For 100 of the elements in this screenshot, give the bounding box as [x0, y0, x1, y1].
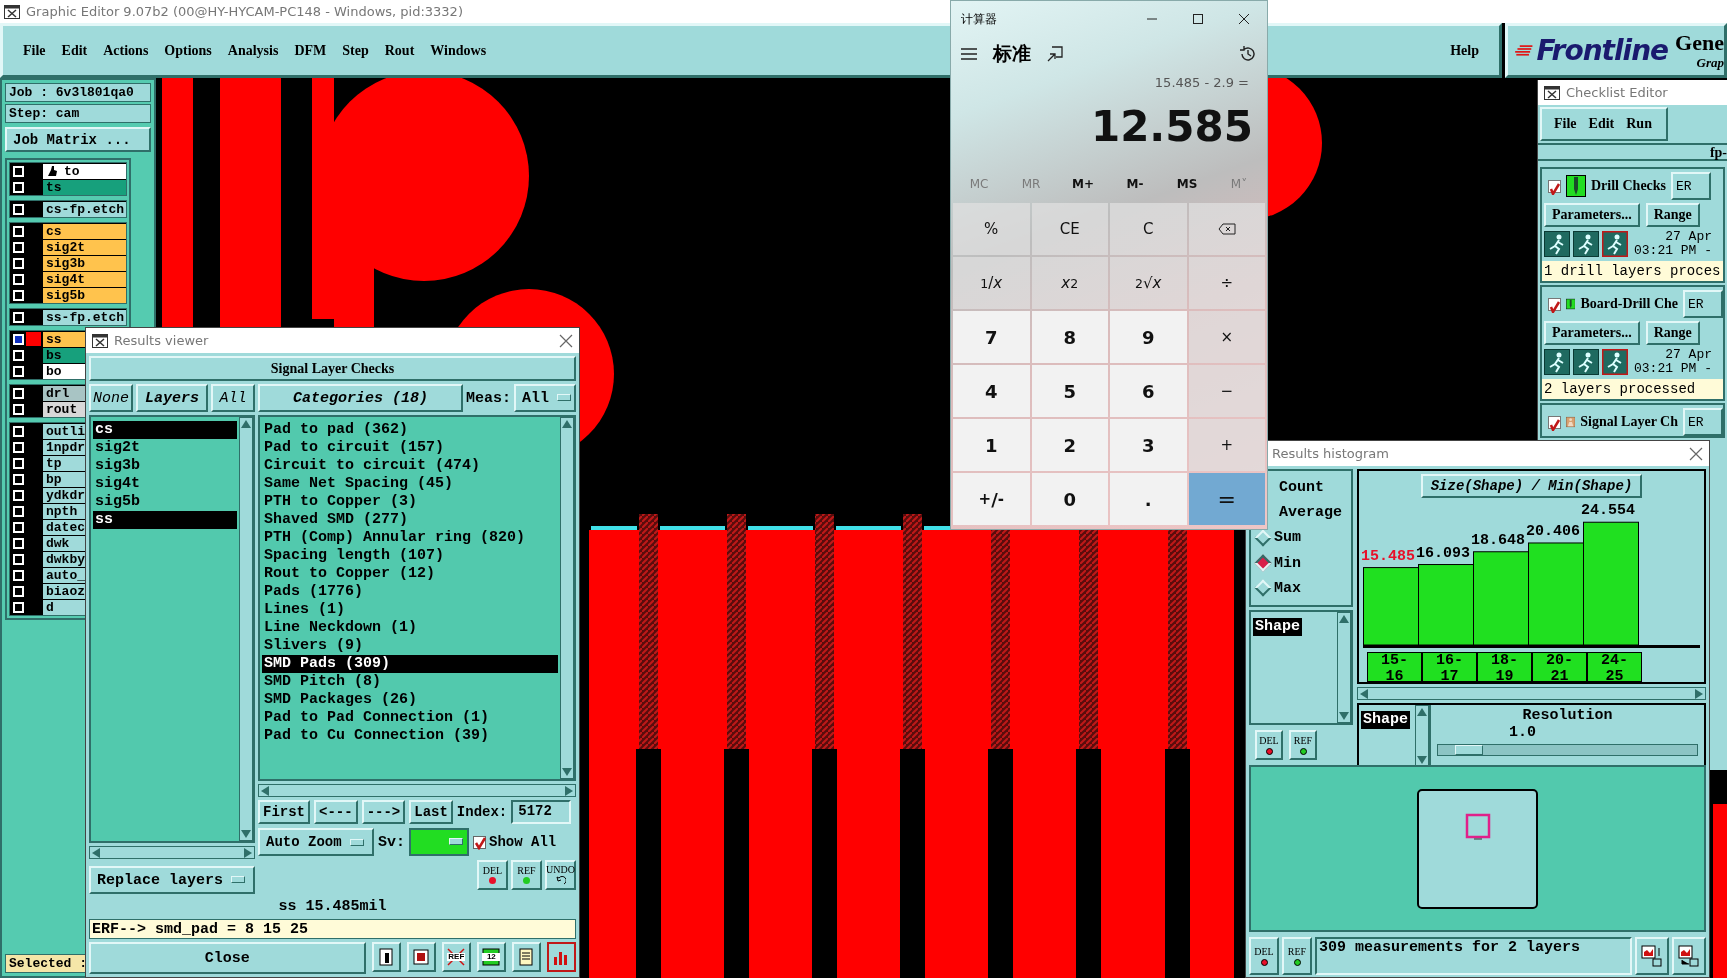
list-item[interactable]: Spacing length (107) — [262, 547, 558, 565]
filter-button[interactable]: All — [211, 384, 255, 412]
layer-name[interactable]: sig4t — [43, 271, 126, 287]
calculator-key[interactable]: . — [1110, 473, 1187, 525]
list-item[interactable]: Rout to Copper (12) — [262, 565, 558, 583]
index-field[interactable]: 5172 — [511, 800, 572, 824]
memory-button[interactable]: M- — [1109, 177, 1161, 191]
calculator-key[interactable]: 5 — [1031, 365, 1108, 417]
er-button[interactable]: ER — [1671, 172, 1712, 200]
menu-item[interactable]: Windows — [422, 38, 495, 63]
calculator-key[interactable]: 8 — [1031, 311, 1108, 363]
parameters-button[interactable]: Parameters... — [1544, 203, 1640, 227]
list-item[interactable]: SMD Packages (26) — [262, 691, 558, 709]
calculator-key[interactable]: 0 — [1031, 473, 1108, 525]
list-item[interactable]: PTH to Copper (3) — [262, 493, 558, 511]
layer-name[interactable]: cs — [43, 223, 126, 239]
menu-item[interactable]: DFM — [286, 38, 335, 63]
layer-name[interactable]: ts — [43, 179, 126, 195]
tool-button[interactable]: DEL — [1249, 937, 1279, 976]
list-item[interactable]: Line Neckdown (1) — [262, 619, 558, 637]
list-item[interactable]: Pad to pad (362) — [262, 421, 558, 439]
list-item[interactable]: ss — [93, 511, 237, 529]
calculator-key[interactable]: × — [1188, 311, 1265, 363]
undo-button[interactable]: UNDO — [545, 860, 576, 890]
tool-button[interactable]: REF — [1289, 730, 1317, 760]
calculator-key[interactable]: % — [953, 203, 1030, 255]
list-item[interactable]: Pad to circuit (157) — [262, 439, 558, 457]
list-item[interactable]: Pads (1776) — [262, 583, 558, 601]
zoom-mode-dropdown[interactable]: Auto Zoom — [258, 828, 374, 856]
calculator-key[interactable]: 9 — [1110, 311, 1187, 363]
list-item[interactable]: Lines (1) — [262, 601, 558, 619]
list-item[interactable]: Pad to Pad Connection (1) — [262, 709, 558, 727]
calculator-key[interactable]: 1 — [953, 419, 1030, 471]
er-button[interactable]: ER — [1683, 408, 1723, 436]
menu-item[interactable]: Options — [156, 38, 220, 63]
tool-button[interactable]: REF — [1282, 937, 1312, 976]
menu-item[interactable]: Edit — [1584, 116, 1619, 132]
layer-name[interactable]: sig2t — [43, 239, 126, 255]
filter-button[interactable]: None — [89, 384, 133, 412]
menu-item[interactable]: Rout — [376, 38, 423, 63]
list-item[interactable]: Same Net Spacing (45) — [262, 475, 558, 493]
meas-dropdown[interactable]: All — [514, 384, 576, 412]
memory-button[interactable]: MS — [1161, 177, 1213, 191]
calculator-key[interactable]: 6 — [1110, 365, 1187, 417]
show-all-checkbox[interactable]: Show All — [473, 831, 557, 853]
filter-button[interactable]: Layers — [136, 384, 208, 412]
calculator-key[interactable]: C — [1110, 203, 1187, 255]
chart-title[interactable]: Size(Shape) / Min(Shape) — [1420, 474, 1643, 498]
layer-name[interactable]: sig5b — [43, 287, 126, 303]
list-item[interactable]: cs — [93, 421, 237, 439]
calculator-key[interactable]: = — [1188, 473, 1265, 525]
list-item[interactable]: Shape — [1361, 711, 1410, 729]
nav-button[interactable]: First — [258, 800, 310, 824]
menu-item[interactable]: Run — [1622, 116, 1656, 132]
tool-button[interactable]: DEL — [477, 860, 508, 890]
menu-item[interactable]: File — [15, 38, 54, 63]
menu-item[interactable]: Edit — [53, 38, 96, 63]
tool-button[interactable]: DEL — [1255, 730, 1283, 760]
categories-button[interactable]: Categories (18) — [258, 384, 463, 412]
job-matrix-button[interactable]: Job Matrix ... — [5, 127, 151, 152]
list-item[interactable]: SMD Pitch (8) — [262, 673, 558, 691]
calculator-key[interactable]: + — [1188, 419, 1265, 471]
er-button[interactable]: ER — [1683, 290, 1723, 318]
radio-option[interactable]: Max — [1253, 577, 1349, 600]
nav-button[interactable]: Last — [409, 800, 453, 824]
replace-layers-dropdown[interactable]: Replace layers — [89, 866, 255, 894]
layer-name[interactable]: sig3b — [43, 255, 126, 271]
radio-option[interactable]: Min — [1253, 552, 1349, 575]
list-item[interactable]: Shape — [1253, 618, 1302, 636]
calculator-key[interactable]: 2 — [1031, 419, 1108, 471]
calculator-key[interactable]: − — [1188, 365, 1265, 417]
memory-button[interactable]: M+ — [1057, 177, 1109, 191]
layer-name[interactable]: to — [43, 163, 126, 179]
range-button[interactable]: Range — [1645, 203, 1700, 227]
list-item[interactable]: SMD Pads (309) — [262, 655, 558, 673]
calculator-key[interactable]: ÷ — [1188, 257, 1265, 309]
list-item[interactable]: Circuit to circuit (474) — [262, 457, 558, 475]
menu-item[interactable]: Actions — [95, 38, 157, 63]
calculator-key[interactable]: CE — [1031, 203, 1108, 255]
x-tick-label: 20-21 — [1545, 652, 1574, 683]
menu-item[interactable]: Analysis — [219, 38, 287, 63]
calculator-key[interactable]: 7 — [953, 311, 1030, 363]
nav-button[interactable]: <--- — [314, 800, 358, 824]
menu-item[interactable]: File — [1550, 116, 1581, 132]
tool-button[interactable]: REF — [511, 860, 542, 890]
menu-item[interactable]: Step — [334, 38, 377, 63]
range-button[interactable]: Range — [1645, 321, 1700, 345]
list-item[interactable]: Shaved SMD (277) — [262, 511, 558, 529]
list-item[interactable]: Slivers (9) — [262, 637, 558, 655]
calculator-key[interactable]: 4 — [953, 365, 1030, 417]
calculator-key[interactable]: 3 — [1110, 419, 1187, 471]
close-button[interactable]: Close — [89, 942, 366, 974]
list-item[interactable]: PTH (Comp) Annular ring (820) — [262, 529, 558, 547]
list-item[interactable]: Pad to Cu Connection (39) — [262, 727, 558, 745]
layer-name[interactable]: cs-fp.etch — [43, 201, 126, 217]
checklist-name: fp- — [1538, 143, 1727, 161]
parameters-button[interactable]: Parameters... — [1544, 321, 1640, 345]
help-menu[interactable]: Help — [1442, 38, 1487, 63]
nav-button[interactable]: ---> — [361, 800, 406, 824]
layer-name[interactable]: ss-fp.etch — [43, 309, 126, 325]
